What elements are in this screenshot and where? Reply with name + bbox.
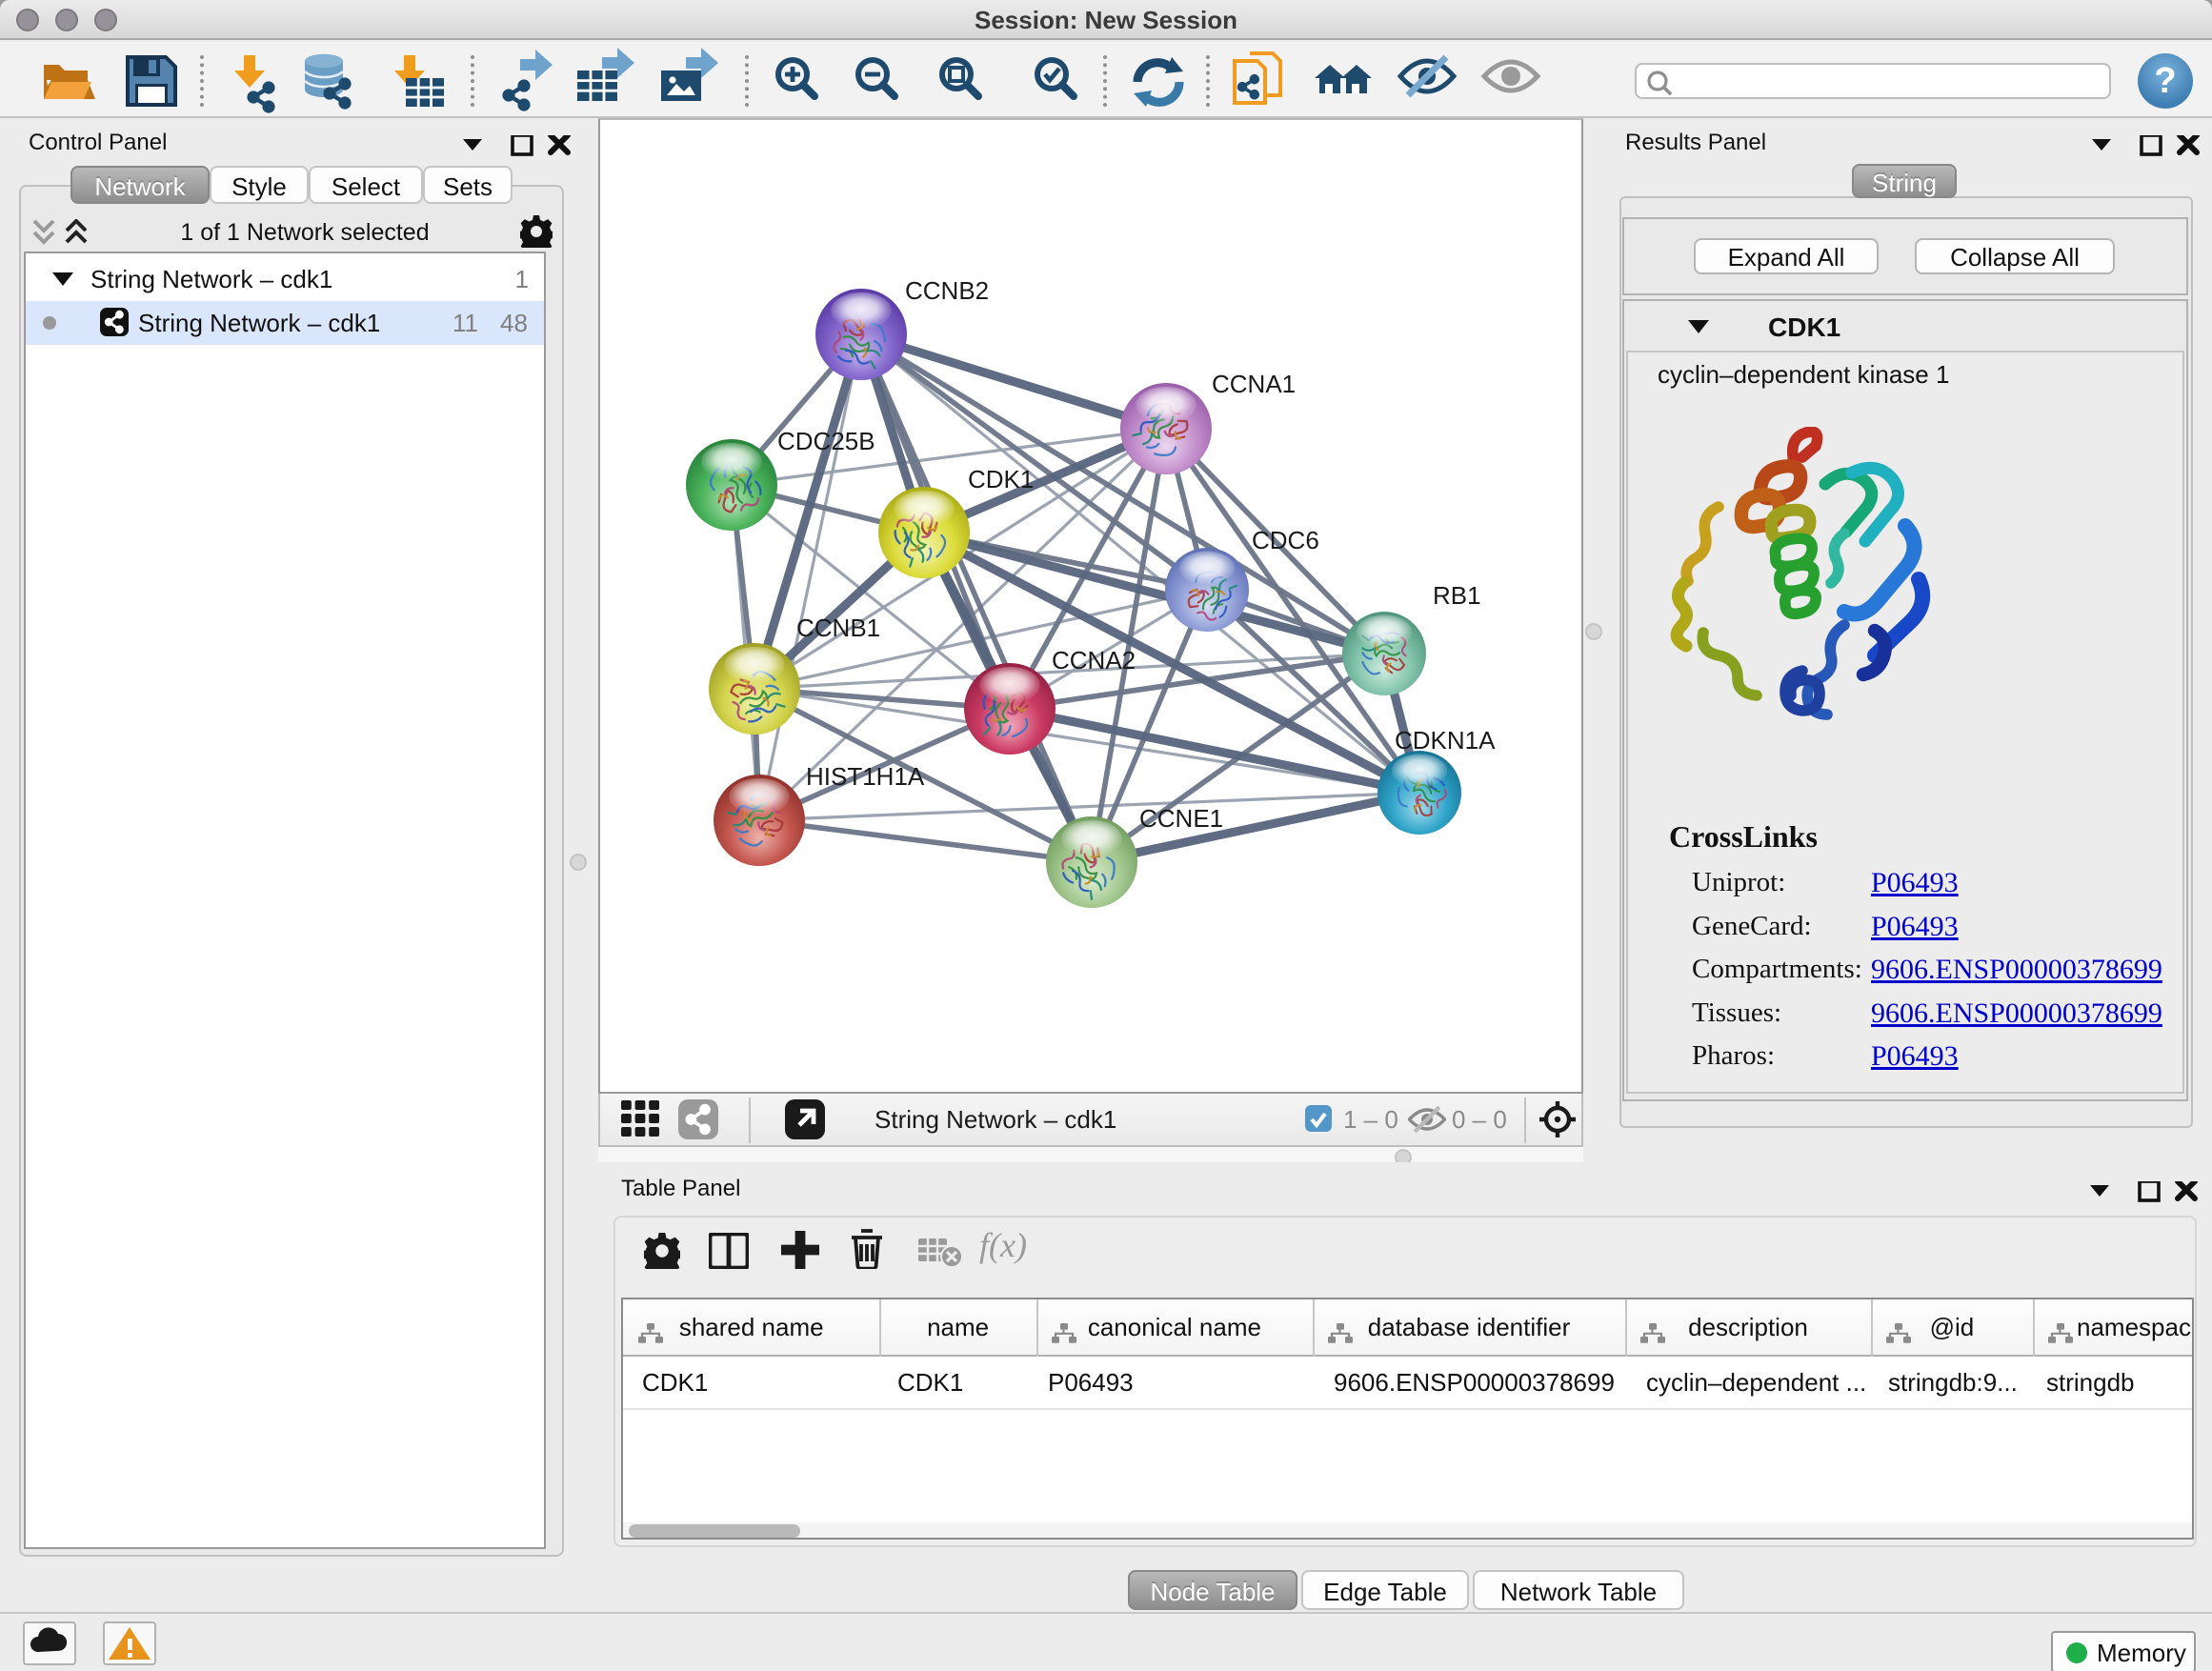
svg-text:RB1: RB1	[1433, 581, 1481, 610]
svg-text:CDC6: CDC6	[1252, 526, 1319, 554]
svg-text:CCNB1: CCNB1	[796, 614, 880, 642]
svg-text:CDC25B: CDC25B	[777, 427, 875, 455]
svg-text:CDKN1A: CDKN1A	[1395, 726, 1496, 755]
svg-text:CCNA2: CCNA2	[1052, 646, 1136, 674]
svg-text:CCNB2: CCNB2	[905, 276, 989, 305]
svg-text:CCNE1: CCNE1	[1139, 804, 1223, 833]
svg-text:CCNA1: CCNA1	[1212, 370, 1296, 398]
svg-text:CDK1: CDK1	[968, 465, 1034, 493]
svg-text:HIST1H1A: HIST1H1A	[806, 762, 925, 791]
